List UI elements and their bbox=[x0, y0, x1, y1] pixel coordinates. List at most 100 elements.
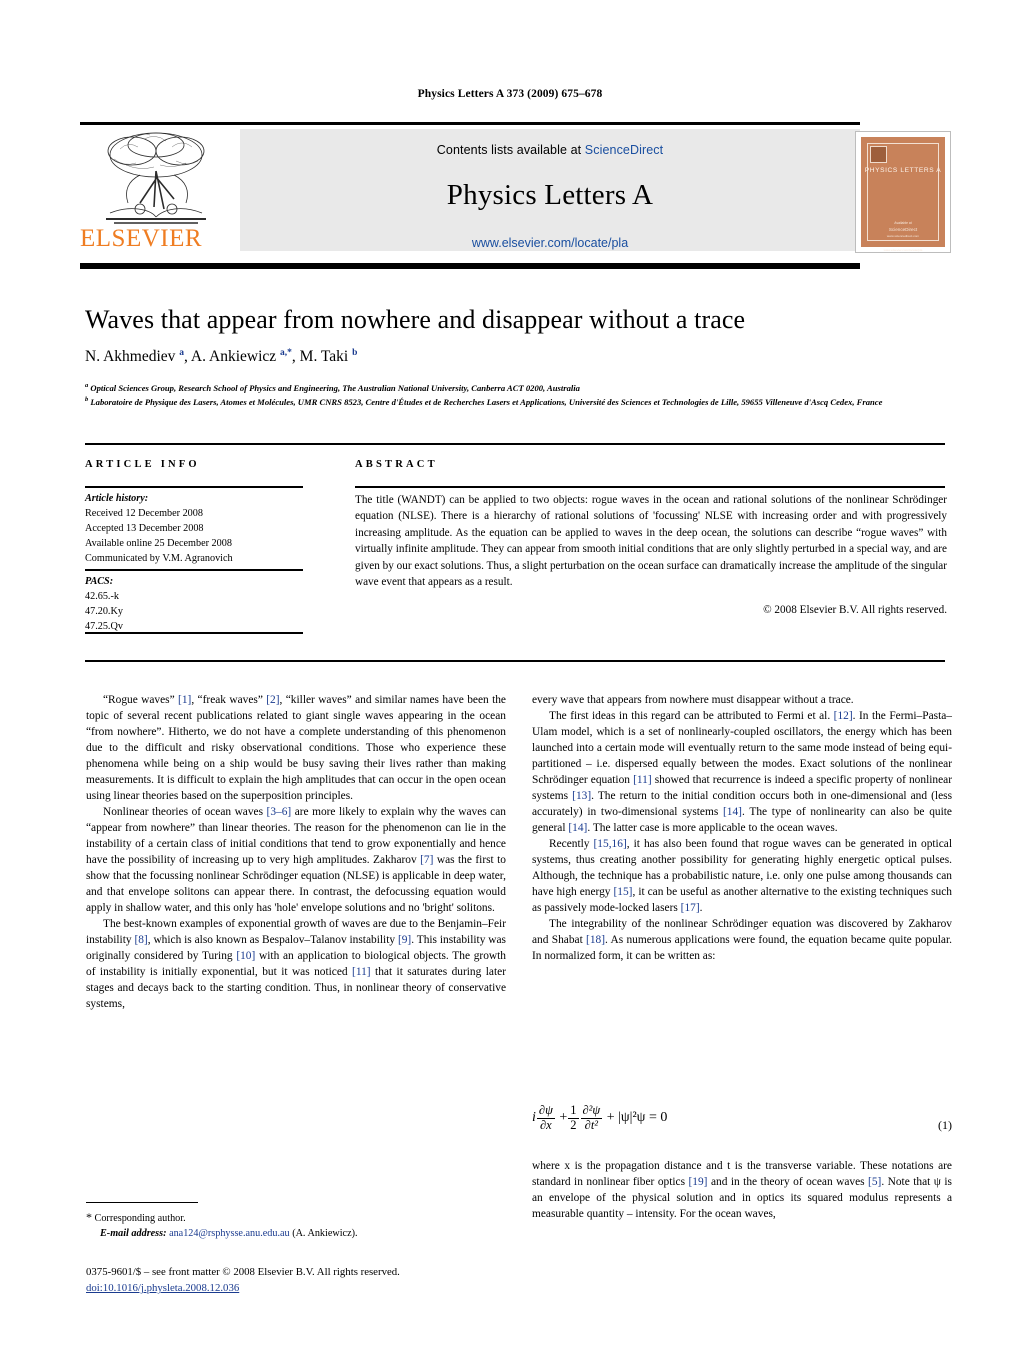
eq-i: i bbox=[532, 1110, 536, 1126]
footnote-block: * Corresponding author. E-mail address: … bbox=[86, 1208, 506, 1242]
affiliation-a-text: Optical Sciences Group, Research School … bbox=[90, 382, 580, 393]
banner-top-rule bbox=[80, 122, 860, 125]
pacs-block: PACS: 42.65.-k 47.20.Ky 47.25.Qv bbox=[85, 575, 310, 635]
body-after-equation: where x is the propagation distance and … bbox=[532, 1158, 952, 1222]
paragraph: Nonlinear theories of ocean waves [3–6] … bbox=[86, 806, 506, 915]
journal-homepage-link[interactable]: www.elsevier.com/locate/pla bbox=[472, 236, 628, 250]
cover-line-3: www.sciencedirect.com bbox=[886, 233, 920, 238]
email-owner: (A. Ankiewicz). bbox=[292, 1228, 358, 1240]
citation-link[interactable]: [14] bbox=[723, 806, 742, 818]
article-info-rule-top bbox=[85, 486, 303, 489]
page-footer: 0375-9601/$ – see front matter © 2008 El… bbox=[86, 1264, 606, 1296]
history-item: Accepted 13 December 2008 bbox=[85, 522, 204, 534]
citation-link[interactable]: [10] bbox=[236, 950, 255, 962]
article-info-rule-bottom bbox=[85, 632, 303, 634]
journal-banner: ELSEVIER Contents lists available at Sci… bbox=[80, 122, 951, 269]
email-link[interactable]: ana124@rsphysse.anu.edu.au bbox=[169, 1228, 290, 1239]
citation-link[interactable]: [13] bbox=[572, 790, 591, 802]
footnote-rule bbox=[86, 1202, 198, 1204]
sciencedirect-link[interactable]: ScienceDirect bbox=[585, 143, 663, 157]
pacs-label: PACS: bbox=[85, 576, 114, 587]
paragraph: The first ideas in this regard can be at… bbox=[532, 710, 953, 835]
affiliations: a Optical Sciences Group, Research Schoo… bbox=[85, 381, 945, 409]
history-item: Received 12 December 2008 bbox=[85, 507, 203, 519]
cover-title: PHYSICS LETTERS A bbox=[864, 166, 942, 174]
equation-1-number: (1) bbox=[938, 1118, 952, 1132]
corresponding-author-note: * Corresponding author. bbox=[86, 1208, 506, 1226]
banner-panel: Contents lists available at ScienceDirec… bbox=[240, 128, 860, 251]
eq-num-2: 1 bbox=[570, 1103, 577, 1117]
citation-link[interactable]: [11] bbox=[352, 966, 371, 978]
cover-corner-icon bbox=[870, 145, 887, 163]
contents-line: Contents lists available at ScienceDirec… bbox=[240, 143, 860, 157]
eq-tail: |ψ|²ψ = 0 bbox=[618, 1110, 668, 1126]
paragraph: The integrability of the nonlinear Schrö… bbox=[532, 918, 952, 963]
pacs-code: 42.65.-k bbox=[85, 590, 119, 602]
equation-1: i ∂ψ ∂x +1 2 ∂²ψ ∂t² + |ψ|²ψ = 0 (1) bbox=[532, 1103, 952, 1150]
citation-link[interactable]: [15,16] bbox=[594, 838, 627, 850]
citation-link[interactable]: [3–6] bbox=[267, 806, 292, 818]
affiliation-b: b Laboratoire de Physique des Lasers, At… bbox=[85, 395, 883, 407]
eq-num-1: ∂ψ bbox=[538, 1103, 553, 1117]
eq-num-3: ∂²ψ bbox=[582, 1103, 601, 1117]
citation-link[interactable]: [15] bbox=[614, 886, 633, 898]
paragraph: where x is the propagation distance and … bbox=[532, 1160, 952, 1221]
cover-line-1: Available at bbox=[894, 220, 912, 225]
banner-bottom-rule bbox=[80, 262, 860, 269]
cover-line-2: ScienceDirect bbox=[888, 226, 918, 232]
cover-line-4: www.elsevier.com/locate/pla bbox=[883, 247, 923, 252]
cover-inner: PHYSICS LETTERS A Available at ScienceDi… bbox=[861, 136, 945, 252]
citation-link[interactable]: [7] bbox=[420, 854, 433, 866]
eq-den-2: 2 bbox=[568, 1117, 579, 1132]
citation-link[interactable]: [1] bbox=[178, 694, 191, 706]
corresponding-author-text: Corresponding author. bbox=[94, 1213, 186, 1224]
doi-link[interactable]: doi:10.1016/j.physleta.2008.12.036 bbox=[86, 1282, 239, 1294]
citation-link[interactable]: [8] bbox=[134, 934, 147, 946]
article-history: Article history: Received 12 December 20… bbox=[85, 492, 310, 567]
journal-cover-thumbnail[interactable]: PHYSICS LETTERS A Available at ScienceDi… bbox=[855, 130, 951, 253]
eq-plus-1: + bbox=[559, 1110, 568, 1126]
eq-frac-d2psi-dt2: ∂²ψ ∂t² bbox=[580, 1103, 603, 1132]
citation-link[interactable]: [9] bbox=[398, 934, 411, 946]
citation-link[interactable]: [17] bbox=[681, 902, 700, 914]
article-info-heading: ARTICLE INFO bbox=[85, 459, 200, 470]
journal-title: Physics Letters A bbox=[446, 178, 654, 211]
divider-under-affiliations bbox=[85, 443, 945, 446]
divider-under-abstract bbox=[85, 660, 945, 663]
paragraph: The best-known examples of exponential g… bbox=[86, 918, 506, 1011]
body-column-left: “Rogue waves” [1], “freak waves” [2], “k… bbox=[86, 692, 506, 1012]
eq-frac-half: 12 bbox=[568, 1103, 579, 1132]
citation-link[interactable]: [5] bbox=[868, 1176, 881, 1188]
running-head: Physics Letters A 373 (2009) 675–678 bbox=[417, 88, 603, 100]
abstract-heading: ABSTRACT bbox=[355, 459, 438, 470]
paragraph: Recently [15,16], it has also been found… bbox=[532, 838, 952, 915]
equation-1-math: i ∂ψ ∂x +1 2 ∂²ψ ∂t² + |ψ|²ψ = 0 bbox=[532, 1103, 668, 1133]
pacs-code: 47.20.Ky bbox=[85, 605, 123, 617]
citation-link[interactable]: [11] bbox=[633, 774, 652, 786]
citation-link[interactable]: [19] bbox=[689, 1176, 708, 1188]
elsevier-wordmark: ELSEVIER bbox=[80, 224, 203, 252]
citation-link[interactable]: [12] bbox=[834, 710, 853, 722]
paragraph: every wave that appears from nowhere mus… bbox=[532, 694, 854, 706]
eq-plus-2: + bbox=[606, 1110, 615, 1126]
abstract-text: The title (WANDT) can be applied to two … bbox=[355, 494, 947, 589]
asterisk-icon: * bbox=[86, 1210, 92, 1224]
email-label: E-mail address: bbox=[100, 1228, 167, 1240]
affiliation-b-text: Laboratoire de Physique des Lasers, Atom… bbox=[90, 396, 883, 407]
elsevier-tree-icon bbox=[80, 129, 232, 225]
citation-link[interactable]: [14] bbox=[568, 822, 587, 834]
paragraph: “Rogue waves” [1], “freak waves” [2], “k… bbox=[86, 694, 506, 803]
citation-link[interactable]: [2] bbox=[266, 694, 279, 706]
eq-den-1: ∂x bbox=[536, 1117, 555, 1133]
elsevier-logo: ELSEVIER bbox=[80, 129, 232, 251]
issn-copyright-line: 0375-9601/$ – see front matter © 2008 El… bbox=[86, 1266, 400, 1278]
page-title: Waves that appear from nowhere and disap… bbox=[85, 305, 746, 334]
abstract-copyright: © 2008 Elsevier B.V. All rights reserved… bbox=[763, 604, 947, 616]
history-item: Communicated by V.M. Agranovich bbox=[85, 552, 233, 564]
author-list: N. Akhmediev a, A. Ankiewicz a,*, M. Tak… bbox=[85, 348, 358, 366]
article-info-rule-middle bbox=[85, 569, 303, 571]
affiliation-a: a Optical Sciences Group, Research Schoo… bbox=[85, 382, 580, 393]
eq-frac-dpsi-dx: ∂ψ ∂x bbox=[536, 1103, 555, 1133]
citation-link[interactable]: [18] bbox=[586, 934, 605, 946]
body-column-right: every wave that appears from nowhere mus… bbox=[532, 692, 952, 964]
